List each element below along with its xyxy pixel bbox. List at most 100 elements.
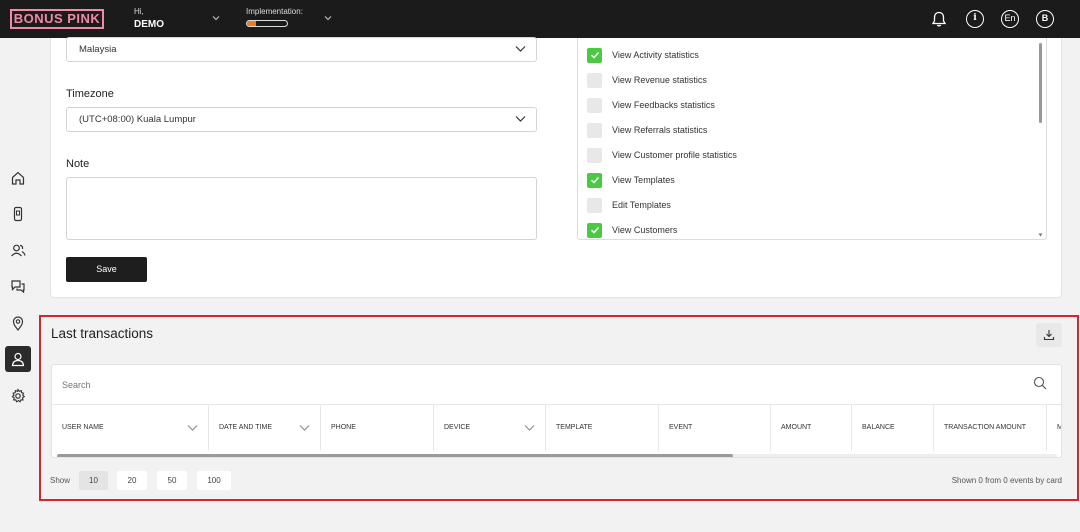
home-icon: [11, 171, 25, 185]
page-size-button[interactable]: 100: [197, 471, 231, 490]
column-header-label: BALANCE: [862, 424, 895, 431]
search-icon[interactable]: [1033, 376, 1047, 390]
page-size-button[interactable]: 10: [79, 471, 108, 490]
timezone-select-value: (UTC+08:00) Kuala Lumpur: [79, 114, 196, 125]
gear-icon: [11, 388, 26, 403]
user-name: DEMO: [134, 19, 164, 30]
permission-item[interactable]: View Revenue statistics: [587, 72, 707, 88]
page-size-button[interactable]: 20: [117, 471, 147, 490]
permission-label: View Revenue statistics: [612, 75, 707, 85]
column-header[interactable]: DEVICE: [434, 405, 546, 451]
search-input[interactable]: [62, 375, 1012, 395]
permission-checkbox[interactable]: [587, 222, 602, 238]
column-header[interactable]: TEMPLATE: [546, 405, 659, 451]
column-header[interactable]: TRANSACTION AMOUNT: [934, 405, 1047, 451]
language-button[interactable]: En: [1001, 10, 1019, 28]
permission-checkbox[interactable]: [587, 72, 602, 88]
permission-checkbox[interactable]: [587, 47, 602, 63]
sort-chevron-down-icon[interactable]: [187, 424, 198, 432]
note-textarea[interactable]: [66, 177, 537, 240]
column-header-label: PHONE: [331, 424, 356, 431]
sidebar-item-feedback[interactable]: [5, 273, 31, 299]
column-header-label: USER NAME: [62, 424, 104, 431]
chevron-down-icon: [515, 116, 526, 122]
permission-item[interactable]: View Feedbacks statistics: [587, 97, 715, 113]
show-label: Show: [50, 476, 71, 485]
permission-item[interactable]: View Activity statistics: [587, 47, 699, 63]
shown-count-text: Shown 0 from 0 events by card: [951, 476, 1062, 485]
permission-item[interactable]: Edit Templates: [587, 197, 671, 213]
info-icon[interactable]: i: [966, 10, 984, 28]
sidebar-item-settings[interactable]: [5, 383, 31, 409]
column-header[interactable]: PHONE: [321, 405, 434, 451]
column-header[interactable]: EVENT: [659, 405, 771, 451]
users-icon: [11, 244, 26, 257]
horizontal-scrollbar-thumb[interactable]: [57, 454, 733, 457]
sidebar-item-customers[interactable]: [5, 237, 31, 263]
implementation-label: Implementation:: [246, 7, 303, 16]
permission-item[interactable]: View Referrals statistics: [587, 122, 707, 138]
check-icon: [590, 226, 599, 234]
table-header: USER NAME DATE AND TIME PHONE DEVICE TEMPLAT…: [52, 404, 1061, 452]
column-header[interactable]: AMOUNT: [771, 405, 852, 451]
chevron-down-icon: [515, 46, 526, 52]
location-icon: [12, 316, 24, 331]
permission-label: View Referrals statistics: [612, 125, 708, 135]
permission-label: View Feedbacks statistics: [612, 100, 715, 110]
implementation-progress-bar: [246, 20, 288, 27]
permission-label: View Templates: [612, 175, 675, 185]
column-header[interactable]: BALANCE: [852, 405, 934, 451]
column-header-label: DEVICE: [444, 424, 471, 431]
column-header-label: DATE AND TIME: [219, 424, 273, 431]
sort-chevron-down-icon[interactable]: [299, 424, 310, 432]
permission-label: View Activity statistics: [612, 50, 699, 60]
column-header-label: M: [1057, 424, 1061, 431]
user-icon: [11, 352, 25, 367]
permissions-scrollbar[interactable]: [1039, 43, 1042, 123]
country-select-value: Malaysia: [79, 44, 117, 55]
section-title: Last transactions: [51, 326, 154, 341]
page-size-button[interactable]: 50: [157, 471, 187, 490]
download-icon: [1043, 330, 1055, 341]
sidebar: [0, 38, 36, 532]
permission-item[interactable]: View Customer profile statistics: [587, 147, 737, 163]
horizontal-scrollbar[interactable]: [57, 454, 1057, 457]
timezone-label: Timezone: [66, 88, 114, 100]
permissions-list: View Activity statistics View Revenue sta…: [577, 38, 1047, 240]
permission-checkbox[interactable]: [587, 147, 602, 163]
sidebar-item-locations[interactable]: [5, 310, 31, 336]
permission-checkbox[interactable]: [587, 97, 602, 113]
permission-checkbox[interactable]: [587, 172, 602, 188]
sidebar-item-devices[interactable]: [5, 201, 31, 227]
permission-checkbox[interactable]: [587, 197, 602, 213]
permission-item[interactable]: View Templates: [587, 172, 675, 188]
top-bar: BONUS PINK Hi, DEMO Implementation: i En…: [0, 0, 1080, 38]
download-button[interactable]: [1036, 323, 1062, 347]
chat-icon: [11, 280, 25, 294]
permission-label: View Customers: [612, 225, 678, 235]
avatar[interactable]: B: [1036, 10, 1054, 28]
check-icon: [590, 176, 599, 184]
check-icon: [590, 51, 599, 59]
column-header-label: TEMPLATE: [556, 424, 593, 431]
permission-item[interactable]: View Customers: [587, 222, 677, 238]
sidebar-item-home[interactable]: [5, 165, 31, 191]
user-menu-chevron-down-icon[interactable]: [211, 13, 221, 23]
sidebar-item-users[interactable]: [5, 346, 31, 372]
greeting-text: Hi,: [134, 7, 144, 16]
sort-chevron-down-icon[interactable]: [524, 424, 535, 432]
permission-label: Edit Templates: [612, 200, 671, 210]
column-header[interactable]: USER NAME: [52, 405, 209, 451]
country-select[interactable]: Malaysia: [66, 37, 537, 62]
implementation-chevron-down-icon[interactable]: [323, 13, 333, 23]
column-header[interactable]: DATE AND TIME: [209, 405, 321, 451]
device-icon: [13, 206, 23, 222]
column-header[interactable]: M: [1047, 405, 1061, 451]
user-settings-card: Malaysia Timezone (UTC+08:00) Kuala Lump…: [50, 37, 1062, 298]
scroll-down-arrow-icon[interactable]: [1038, 233, 1043, 237]
bell-icon[interactable]: [930, 10, 948, 28]
implementation-progress-fill: [247, 21, 256, 26]
permission-checkbox[interactable]: [587, 122, 602, 138]
save-button[interactable]: Save: [66, 257, 147, 282]
timezone-select[interactable]: (UTC+08:00) Kuala Lumpur: [66, 107, 537, 132]
